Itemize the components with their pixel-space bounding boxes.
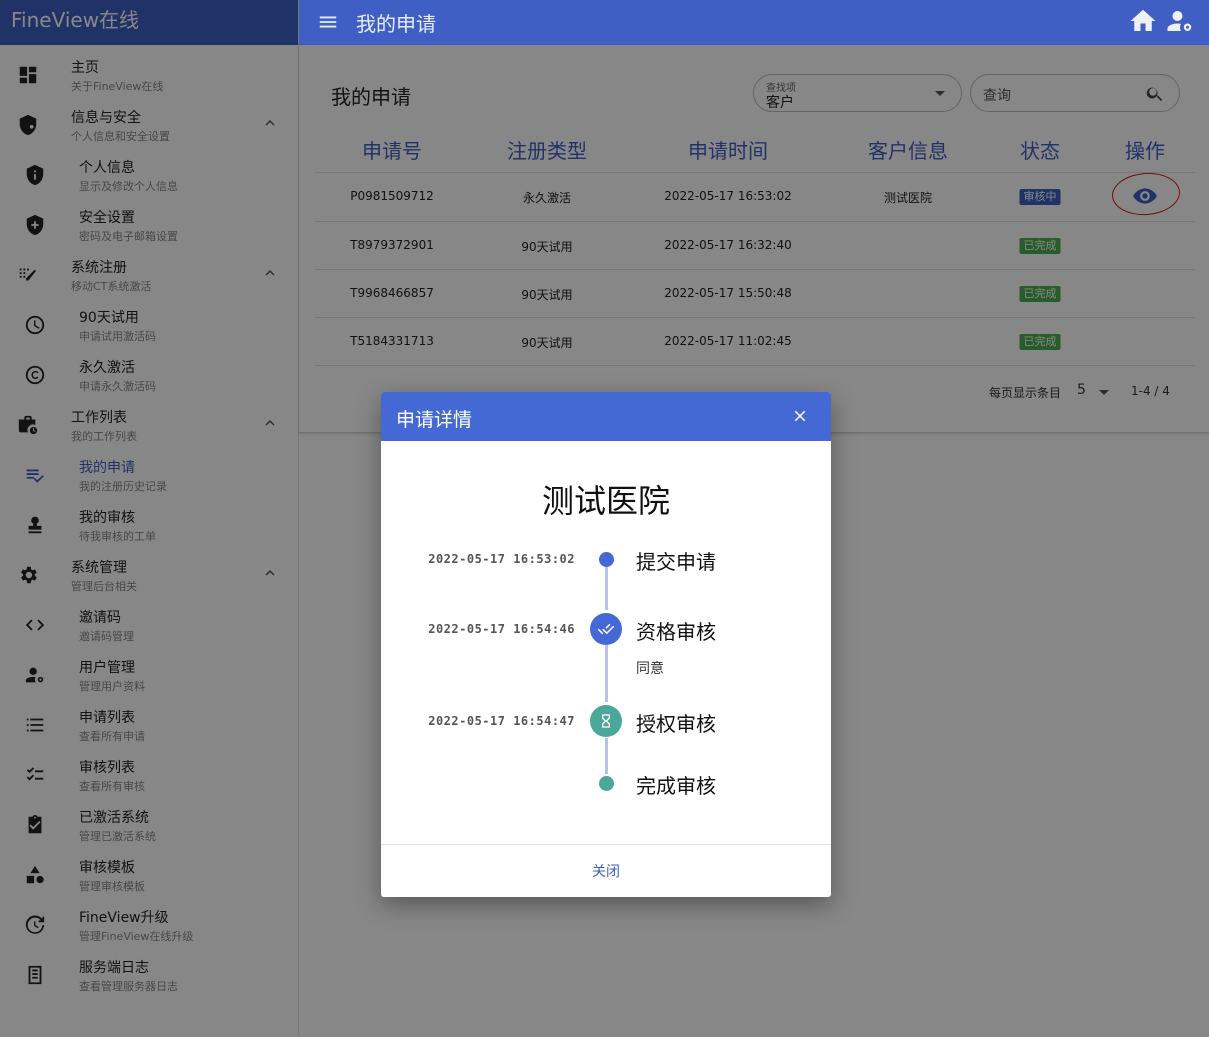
- hourglass-icon: [590, 705, 622, 737]
- timeline-connector: [605, 566, 608, 610]
- close-button[interactable]: 关闭: [381, 861, 831, 881]
- timeline-time: 2022-05-17 16:53:02: [428, 552, 575, 566]
- timeline-time: 2022-05-17 16:54:47: [428, 714, 575, 728]
- timeline-connector: [605, 645, 608, 702]
- modal-overlay[interactable]: [0, 0, 299, 1037]
- app-bar: 我的申请: [299, 0, 1209, 45]
- dialog-header: 申请详情: [381, 392, 831, 441]
- timeline-title: 提交申请: [636, 550, 716, 574]
- hospital-name: 测试医院: [541, 482, 670, 520]
- divider: [381, 844, 831, 845]
- application-detail-dialog: 申请详情 测试医院 2022-05-17 16:53:02 提交申请 2022-…: [381, 392, 831, 897]
- timeline-title: 授权审核: [636, 712, 716, 736]
- double-check-icon: [590, 613, 622, 645]
- page-title: 我的申请: [356, 12, 436, 36]
- dialog-title: 申请详情: [396, 409, 473, 431]
- home-icon[interactable]: [1128, 6, 1158, 36]
- timeline-time: 2022-05-17 16:54:46: [428, 622, 575, 636]
- timeline-title: 完成审核: [636, 774, 716, 798]
- timeline-dot: [599, 776, 614, 791]
- timeline-connector: [605, 738, 608, 774]
- menu-icon[interactable]: [317, 11, 339, 33]
- timeline-title: 资格审核: [636, 620, 716, 644]
- timeline-dot: [599, 552, 614, 567]
- timeline-note: 同意: [636, 661, 664, 677]
- close-icon[interactable]: [791, 407, 809, 425]
- user-settings-icon[interactable]: [1165, 6, 1195, 36]
